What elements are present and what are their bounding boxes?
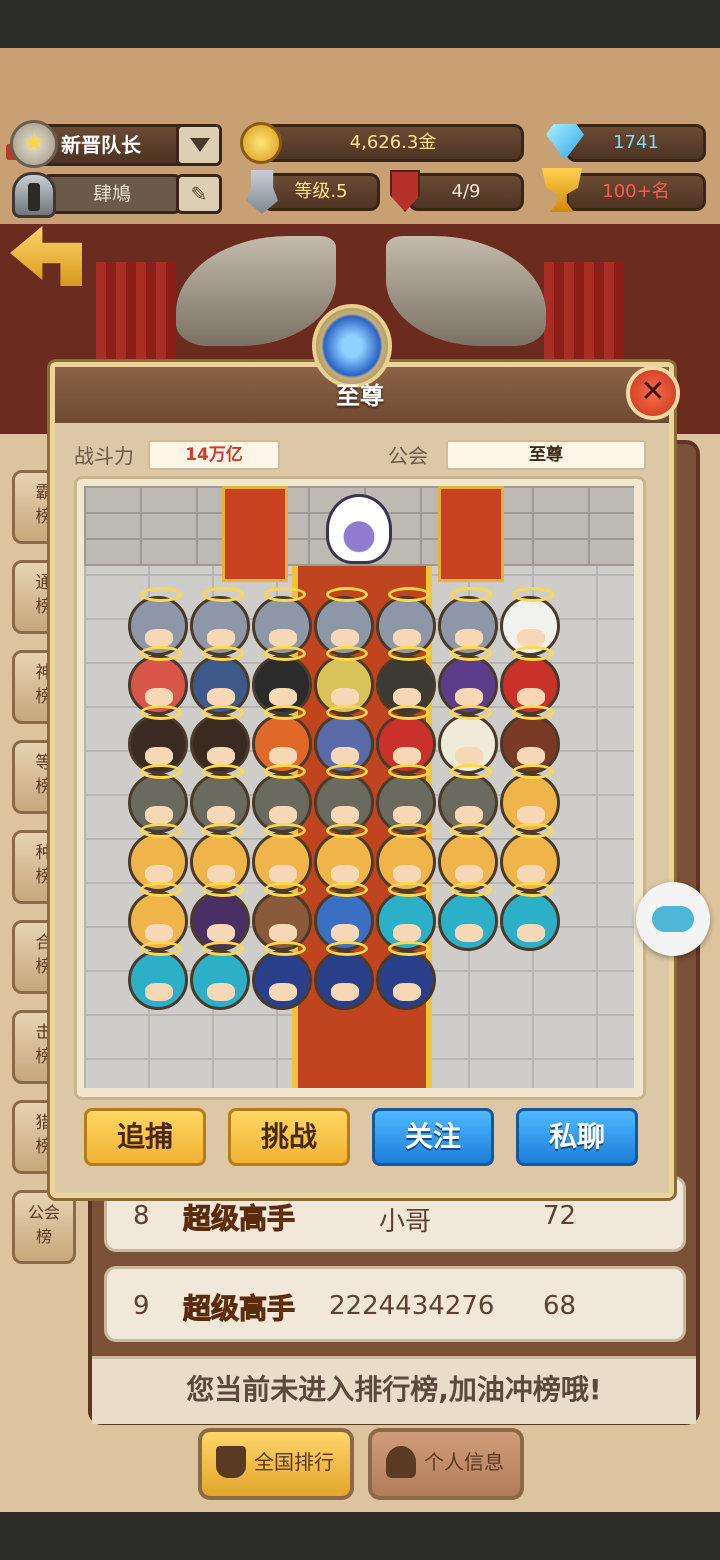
chevron-down-icon[interactable] [176,124,222,166]
gem-count: 1741 [566,124,706,162]
status-bar [0,0,720,48]
player-name-cell: 2224434276 [329,1291,495,1321]
banner-right [438,486,504,582]
gold-amount: 4,626.3金 [262,124,524,162]
chase-button[interactable]: 追捕 [84,1108,206,1166]
team-unit [376,941,436,1010]
tab-national-ranking[interactable]: 全国排行 [198,1428,354,1500]
helmet-icon [12,172,56,218]
rank-notice: 您当前未进入排行榜,加油冲榜哦! [92,1356,696,1424]
side-tab-guild[interactable]: 公会 榜 [12,1190,76,1264]
tab-label: 个人信息 [424,1450,504,1474]
team-unit [438,882,498,951]
trophy-icon [216,1446,246,1478]
rank-title: 超级高手 [182,1202,296,1236]
banner-left [222,486,288,582]
follow-button[interactable]: 关注 [372,1108,494,1166]
team-unit [500,882,560,951]
team-unit [252,941,312,1010]
player-level-cell: 68 [543,1291,577,1321]
navigation-bar [0,1512,720,1560]
battle-count: 4/9 [408,173,524,211]
team-unit [128,941,188,1010]
gamepad-icon[interactable] [636,882,710,956]
gold-coin-icon [240,122,282,164]
rank-value: 100+名 [566,173,706,211]
chat-button[interactable]: 私聊 [516,1108,638,1166]
modal-title: 至尊 [336,382,384,410]
guild-label: 公会 [388,444,428,468]
side-tab-label: 公会 榜 [27,1203,60,1246]
leader-character [326,494,392,564]
team-unit [190,941,250,1010]
level-value: 等级.5 [262,173,380,211]
table-row[interactable]: 9 超级高手 2224434276 68 [104,1266,686,1342]
pencil-icon[interactable]: ✎ [176,174,222,214]
player-name-cell: 小哥 [379,1207,432,1237]
player-level-cell: 72 [543,1201,577,1231]
power-value: 14万亿 [148,440,280,470]
challenge-button[interactable]: 挑战 [228,1108,350,1166]
rank-number: 8 [133,1201,150,1231]
rank-title: 超级高手 [182,1292,296,1326]
team-unit [314,941,374,1010]
player-alias: 肆鳩 [42,174,182,214]
star-icon: ★ [10,120,58,168]
tab-label: 全国排行 [254,1450,334,1474]
power-label: 战斗力 [74,444,134,468]
tab-personal-info[interactable]: 个人信息 [368,1428,524,1500]
close-icon[interactable]: ✕ [626,366,680,420]
rank-number: 9 [133,1291,150,1321]
guild-value: 至尊 [446,440,646,470]
person-icon [386,1446,416,1478]
